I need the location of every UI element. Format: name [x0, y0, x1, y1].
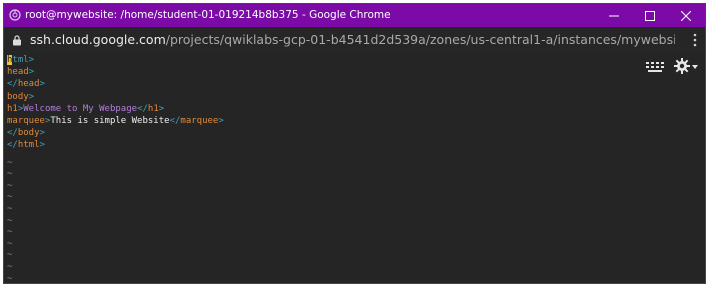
- browser-window: root@mywebsite: /home/student-01-019214b…: [3, 3, 706, 284]
- chevron-down-icon[interactable]: [692, 65, 698, 69]
- code-token: Welcome to My Webpage: [23, 103, 138, 114]
- code-token: marquee: [180, 116, 219, 127]
- empty-line-marker: ~: [7, 273, 13, 284]
- empty-line-marker: ~: [7, 227, 13, 238]
- keyboard-icon[interactable]: [646, 62, 664, 72]
- empty-line-marker: ~: [7, 262, 13, 272]
- code-token: </: [7, 140, 18, 151]
- terminal-area[interactable]: html> head> </head> body> h1>Welcome to My W…: [4, 53, 705, 283]
- editor-line: </html>: [7, 139, 224, 151]
- editor-line: marquee>This is simple Website</marquee>: [7, 115, 224, 127]
- code-token: </: [169, 116, 181, 127]
- editor-buffer: html> head> </head> body> h1>Welcome to My W…: [7, 54, 224, 152]
- code-token: html: [17, 140, 40, 151]
- code-token: marquee: [7, 116, 45, 127]
- empty-line-marker: ~: [7, 215, 13, 226]
- close-button[interactable]: [670, 4, 702, 27]
- close-icon: [681, 10, 691, 21]
- code-token: >: [158, 103, 165, 114]
- empty-line-marker: ~: [7, 180, 13, 191]
- code-token: >: [39, 140, 45, 151]
- kebab-menu-icon[interactable]: [693, 33, 697, 47]
- code-token: This is simple Website: [50, 116, 170, 127]
- editor-line: </body>: [7, 127, 224, 139]
- code-token: tml>: [12, 55, 35, 65]
- code-token: body: [7, 91, 29, 102]
- code-token: >: [39, 79, 45, 90]
- code-token: >: [39, 128, 45, 139]
- window-title: root@mywebsite: /home/student-01-019214b…: [25, 9, 391, 21]
- code-token: </: [7, 79, 18, 90]
- gear-icon[interactable]: [674, 58, 690, 74]
- url-host: ssh.cloud.google.com: [30, 33, 166, 47]
- code-token: head: [17, 79, 40, 90]
- empty-line-marker: ~: [7, 169, 13, 180]
- empty-line-marker: ~: [7, 192, 13, 203]
- url-path: /projects/qwiklabs-gcp-01-b4541d2d539a/z…: [165, 33, 675, 47]
- editor-line: </head>: [7, 78, 224, 90]
- empty-line-marker: ~: [7, 238, 13, 249]
- code-token: </: [137, 103, 148, 114]
- editor-line: head>: [7, 66, 224, 78]
- url-text[interactable]: ssh.cloud.google.com/projects/qwiklabs-g…: [30, 33, 675, 47]
- code-token: head: [7, 67, 29, 78]
- code-token: h1: [147, 103, 159, 114]
- editor-line: h1>Welcome to My Webpage</h1>: [7, 103, 224, 115]
- code-token: body: [17, 128, 40, 139]
- address-bar[interactable]: ssh.cloud.google.com/projects/qwiklabs-g…: [4, 27, 705, 53]
- minimize-button[interactable]: [598, 4, 630, 27]
- code-token: h1: [7, 103, 18, 114]
- title-bar[interactable]: root@mywebsite: /home/student-01-019214b…: [4, 4, 705, 27]
- maximize-icon: [645, 10, 655, 21]
- minimize-icon: [609, 15, 619, 16]
- editor-line: html>: [7, 54, 224, 66]
- code-token: >: [28, 67, 35, 78]
- editor-line: body>: [7, 91, 224, 103]
- empty-line-marker: ~: [7, 250, 13, 261]
- empty-line-marker: ~: [7, 204, 13, 214]
- code-token: >: [28, 91, 35, 102]
- code-token: >: [218, 116, 224, 127]
- maximize-button[interactable]: [634, 4, 666, 27]
- code-token: </: [7, 128, 18, 139]
- chrome-globe-icon: [9, 9, 21, 21]
- empty-line-marker: ~: [7, 157, 13, 168]
- lock-icon: [13, 35, 21, 46]
